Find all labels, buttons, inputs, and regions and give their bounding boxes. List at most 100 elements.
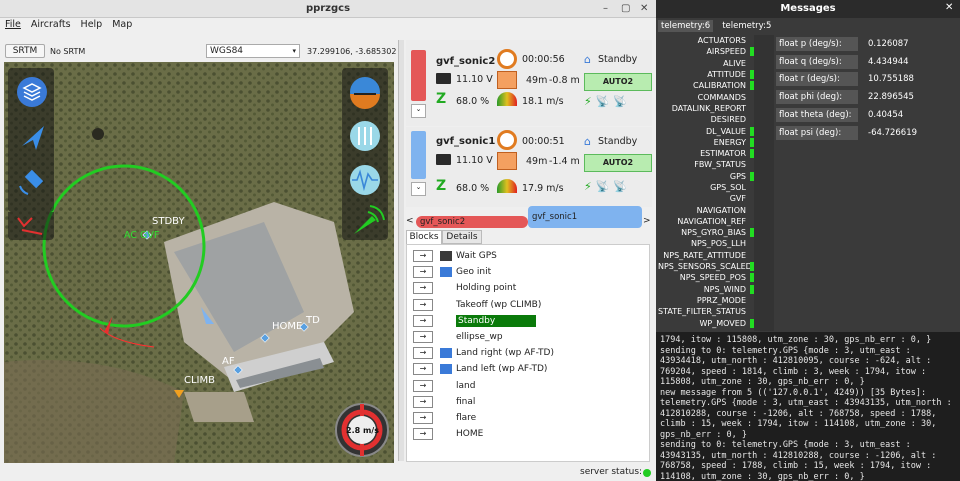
minimize-icon[interactable]: – [603, 2, 608, 16]
projection-select[interactable]: WGS84 ▾ [206, 44, 300, 58]
message-name: CALIBRATION [693, 81, 746, 91]
close-icon[interactable]: ✕ [945, 2, 953, 13]
go-to-block-button[interactable]: → [413, 282, 433, 295]
block-row[interactable]: → final [407, 394, 649, 410]
message-name: NAVIGATION_REF [677, 216, 746, 226]
menu-map[interactable]: Map [112, 18, 132, 33]
go-to-block-button[interactable]: → [413, 298, 433, 311]
go-to-block-button[interactable]: → [413, 363, 433, 376]
tab-aircraft-sonic2[interactable]: gvf_sonic2 [416, 216, 528, 228]
tab-details[interactable]: Details [442, 230, 482, 244]
splitter[interactable] [398, 40, 404, 461]
field-value: -64.726619 [868, 127, 918, 138]
current-block: Standby [598, 54, 638, 65]
aircraft-card-sonic1[interactable]: ⌄ gvf_sonic1 11.10 V Z 68.0 % 00:00:51 4… [406, 127, 652, 207]
block-row[interactable]: → Geo init [407, 264, 649, 280]
main-window: pprzgcs – ▢ ✕ File Aircrafts Help Map SR… [0, 0, 656, 481]
collapse-button[interactable]: ⌄ [411, 182, 426, 196]
link-status-icons: ⚡📡📡 [584, 95, 632, 108]
battery-icon [436, 73, 451, 84]
block-row[interactable]: → land [407, 378, 649, 394]
menu-file[interactable]: File [5, 18, 21, 33]
ap-mode-badge[interactable]: AUTO2 [584, 73, 652, 91]
block-row[interactable]: → HOME [407, 426, 649, 442]
block-row[interactable]: → Takeoff (wp CLIMB) [407, 297, 649, 313]
tab-scroll-right[interactable]: > [643, 216, 651, 226]
srtm-status: No SRTM [50, 47, 86, 56]
attitude-indicator-icon[interactable] [350, 77, 380, 109]
block-icon [440, 348, 452, 359]
go-to-block-button[interactable]: → [413, 314, 433, 327]
menu-help[interactable]: Help [81, 18, 103, 33]
menu-bar: File Aircrafts Help Map [0, 18, 656, 33]
blocks-list: → Wait GPS → Geo init → Holding point → Takeoff… [406, 244, 650, 462]
menu-aircrafts[interactable]: Aircrafts [31, 18, 71, 33]
message-name: FBW_STATUS [694, 160, 746, 170]
go-to-block-button[interactable]: → [413, 331, 433, 344]
antenna-icon[interactable] [354, 205, 385, 234]
altitude: 49m [526, 156, 548, 167]
aircraft-name: gvf_sonic2 [436, 56, 496, 67]
tab-telemetry-6[interactable]: telemetry:6 [658, 20, 714, 32]
field-row: float phi (deg): 22.896545 [776, 88, 956, 106]
flight-time: 00:00:56 [522, 54, 565, 65]
tree-feature [92, 128, 104, 140]
block-row[interactable]: → ellipse_wp [407, 329, 649, 345]
block-row[interactable]: → Land left (wp AF-TD) [407, 361, 649, 377]
go-to-block-button[interactable]: → [413, 411, 433, 424]
srtm-button[interactable]: SRTM [5, 44, 45, 58]
go-to-block-button[interactable]: → [413, 250, 433, 263]
ap-mode-badge[interactable]: AUTO2 [584, 154, 652, 172]
go-to-block-button[interactable]: → [413, 379, 433, 392]
field-label: float psi (deg): [776, 125, 858, 140]
waveform-icon[interactable] [350, 165, 380, 195]
timer-icon [497, 49, 517, 69]
block-icon [440, 300, 452, 310]
altitude: 49m [526, 75, 548, 86]
voltage: 11.10 V [456, 74, 493, 85]
throttle: 68.0 % [456, 96, 490, 107]
maximize-icon[interactable]: ▢ [621, 2, 630, 16]
climb-rate: -0.8 m [549, 75, 580, 86]
navigation-arrow-icon[interactable] [22, 126, 44, 150]
field-label: float phi (deg): [776, 90, 858, 105]
close-icon[interactable]: ✕ [640, 2, 648, 16]
map-view[interactable]: STDBY AC GVF HOME TD AF CLIMB 2.8 m/s [4, 62, 394, 463]
go-to-block-button[interactable]: → [413, 266, 433, 279]
block-row[interactable]: → Standby [407, 313, 649, 329]
tab-telemetry-5[interactable]: telemetry:5 [719, 20, 774, 32]
tab-scroll-left[interactable]: < [406, 216, 414, 226]
layers-icon[interactable] [17, 77, 47, 107]
terminal-output: 1794, itow : 115808, utm_zone : 30, gps_… [656, 332, 960, 481]
block-row[interactable]: → flare [407, 410, 649, 426]
block-icon [440, 332, 452, 342]
block-icon [440, 251, 452, 262]
collapse-button[interactable]: ⌄ [411, 104, 426, 118]
tab-blocks[interactable]: Blocks [406, 230, 442, 244]
sliders-icon[interactable] [350, 121, 380, 151]
message-name: DL_VALUE [705, 126, 746, 136]
voltage: 11.10 V [456, 155, 493, 166]
wind-icon[interactable] [17, 217, 43, 235]
instruments-panel [342, 68, 388, 240]
go-to-block-button[interactable]: → [413, 395, 433, 408]
climb-rate: -1.4 m [549, 156, 580, 167]
server-status-indicator [643, 469, 651, 477]
block-row[interactable]: → Land right (wp AF-TD) [407, 345, 649, 361]
tab-aircraft-sonic1[interactable]: gvf_sonic1 [528, 206, 642, 228]
timer-icon [497, 130, 517, 150]
cursor-coords: 37.299106, -3.685302 [307, 47, 397, 56]
field-row: float p (deg/s): 0.126087 [776, 35, 956, 53]
block-icon [440, 413, 452, 423]
go-to-block-button[interactable]: → [413, 347, 433, 360]
block-row[interactable]: → Wait GPS [407, 248, 649, 264]
home-icon: ⌂ [584, 53, 591, 66]
link-status-icons: ⚡📡📡 [584, 180, 632, 193]
satellite-icon[interactable] [19, 169, 44, 195]
block-icon [440, 267, 452, 278]
throttle: 68.0 % [456, 183, 490, 194]
go-to-block-button[interactable]: → [413, 428, 433, 441]
block-row[interactable]: → Holding point [407, 280, 649, 296]
throttle-icon: Z [436, 178, 447, 194]
aircraft-card-sonic2[interactable]: ⌄ gvf_sonic2 11.10 V Z 68.0 % 00:00:56 4… [406, 40, 652, 126]
